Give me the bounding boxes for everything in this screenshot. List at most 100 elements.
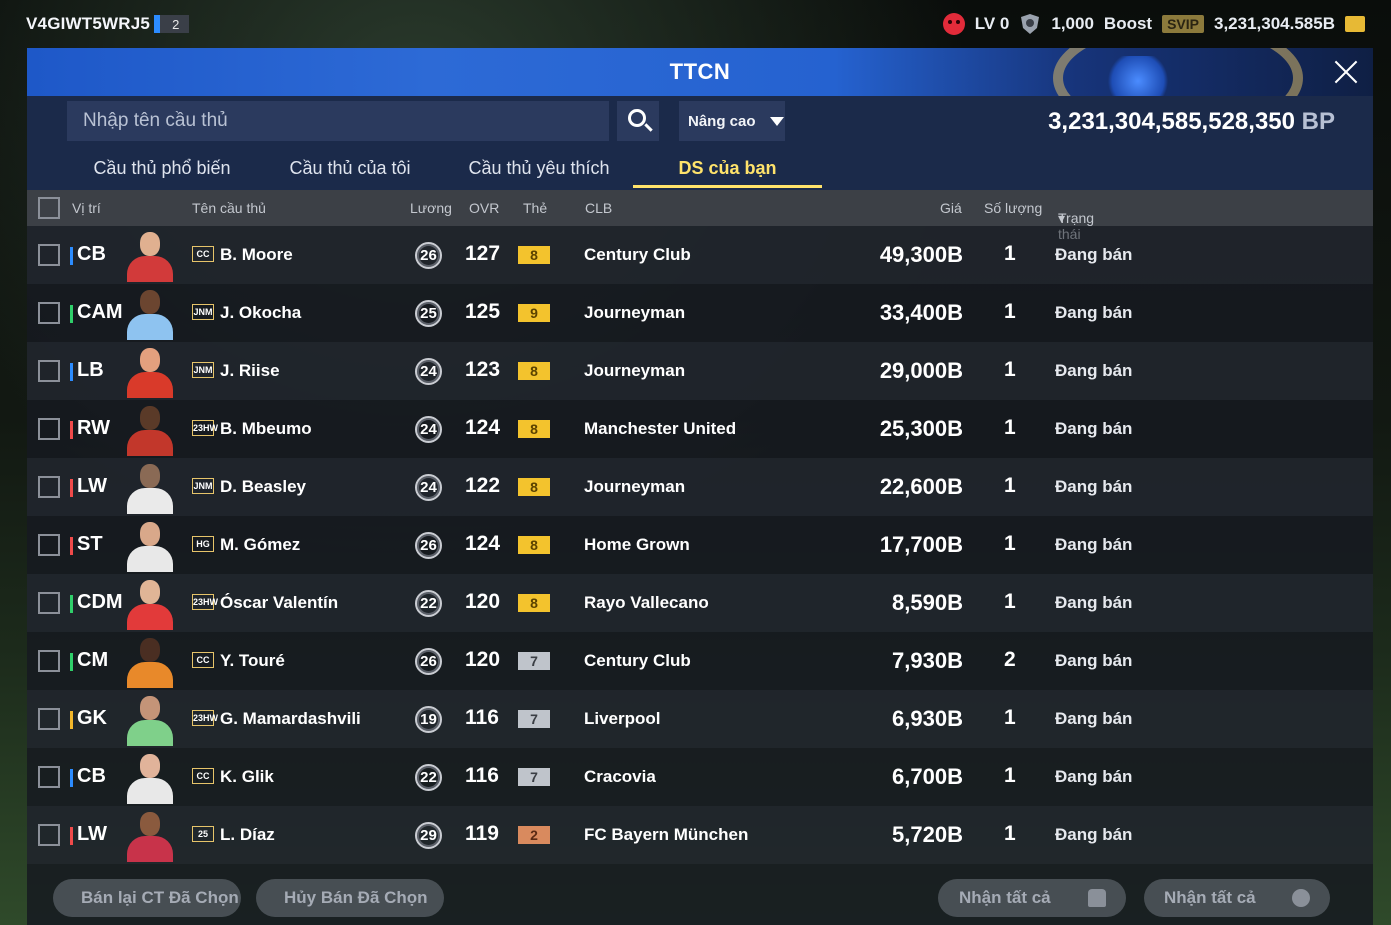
table-row[interactable]: CB CC K. Glik 22 116 7 Cracovia 6,700B 1 Đang bán	[27, 748, 1373, 806]
player-avatar	[123, 462, 177, 514]
receive-all-players-label: Nhận tất cả	[959, 888, 1051, 907]
boost-label[interactable]: Boost	[1104, 14, 1152, 34]
receive-all-players-button[interactable]: Nhận tất cả	[938, 879, 1126, 917]
select-all-checkbox[interactable]	[38, 197, 60, 219]
bp-total-unit: BP	[1301, 108, 1335, 135]
tab-your-list[interactable]: DS của bạn	[633, 146, 822, 190]
account-badge-count: 2	[172, 16, 180, 32]
tab-popular-players[interactable]: Cầu thủ phổ biến	[80, 146, 244, 190]
shield-icon	[1019, 13, 1041, 35]
table-row[interactable]: CAM JNM J. Okocha 25 125 9 Journeyman 33,400B 1 Đ…	[27, 284, 1373, 342]
card-grade: 8	[518, 536, 550, 554]
panel-title: TTCN	[669, 59, 731, 84]
row-checkbox[interactable]	[38, 244, 60, 266]
bp-balance: 3,231,304.585B	[1214, 14, 1335, 33]
table-row[interactable]: LW JNM D. Beasley 24 122 8 Journeyman 22,600B 1 Đ…	[27, 458, 1373, 516]
player-name[interactable]: J. Okocha	[220, 303, 301, 323]
listing-price: 25,300B	[879, 416, 963, 441]
player-avatar	[123, 230, 177, 282]
season-badge: JNM	[192, 304, 214, 320]
player-avatar	[123, 752, 177, 804]
tab-favorite-players[interactable]: Cầu thủ yêu thích	[457, 146, 621, 190]
resell-selected-label: Bán lại CT Đã Chọn	[81, 888, 239, 907]
table-row[interactable]: RW 23HW B. Mbeumo 24 124 8 Manchester United 25…	[27, 400, 1373, 458]
player-name[interactable]: B. Moore	[220, 245, 293, 265]
col-position[interactable]: Vị trí	[72, 200, 101, 216]
player-ovr: 122	[465, 474, 501, 497]
row-checkbox[interactable]	[38, 534, 60, 556]
trophy-decoration	[1053, 48, 1303, 96]
col-club[interactable]: CLB	[585, 200, 612, 216]
player-salary: 24	[415, 474, 442, 501]
row-checkbox[interactable]	[38, 418, 60, 440]
player-name[interactable]: G. Mamardashvili	[220, 709, 361, 729]
row-checkbox[interactable]	[38, 360, 60, 382]
transfer-market-panel: TTCN Nâng cao 3,231,304,585,528,350 BP C…	[27, 48, 1373, 925]
col-card[interactable]: Thẻ	[523, 200, 547, 216]
player-club: Journeyman	[584, 361, 686, 380]
table-row[interactable]: LB JNM J. Riise 24 123 8 Journeyman 29,000B 1 Đan…	[27, 342, 1373, 400]
caret-down-icon	[769, 116, 784, 126]
player-name[interactable]: K. Glik	[220, 767, 274, 787]
player-name[interactable]: Y. Touré	[220, 651, 285, 671]
row-checkbox[interactable]	[38, 824, 60, 846]
table-row[interactable]: CB CC B. Moore 26 127 8 Century Club 49,300B 1 Đa…	[27, 226, 1373, 284]
resell-selected-button[interactable]: Bán lại CT Đã Chọn	[53, 879, 241, 917]
season-badge: CC	[192, 652, 214, 668]
player-name[interactable]: M. Gómez	[220, 535, 300, 555]
player-name[interactable]: Óscar Valentín	[220, 593, 338, 613]
cancel-selected-button[interactable]: Hủy Bán Đã Chọn	[256, 879, 444, 917]
player-name[interactable]: J. Riise	[220, 361, 280, 381]
col-salary[interactable]: Lương	[410, 200, 452, 216]
player-name[interactable]: D. Beasley	[220, 477, 306, 497]
row-checkbox[interactable]	[38, 650, 60, 672]
listing-quantity: 1	[1004, 242, 1016, 265]
player-name[interactable]: L. Díaz	[220, 825, 275, 845]
position-color-bar	[70, 421, 73, 439]
tab-my-players[interactable]: Cầu thủ của tôi	[274, 146, 426, 190]
account-id: V4GIWT5WRJ5	[26, 14, 151, 33]
svip-badge[interactable]: SVIP	[1162, 15, 1204, 33]
player-salary: 24	[415, 416, 442, 443]
card-grade: 8	[518, 594, 550, 612]
receive-all-bp-button[interactable]: Nhận tất cả	[1144, 879, 1330, 917]
table-row[interactable]: GK 23HW G. Mamardashvili 19 116 7 Liverpool 6,9…	[27, 690, 1373, 748]
search-button[interactable]	[617, 101, 659, 141]
col-price[interactable]: Giá	[940, 200, 962, 216]
row-checkbox[interactable]	[38, 302, 60, 324]
listing-status: Đang bán	[1055, 593, 1133, 612]
row-checkbox[interactable]	[38, 766, 60, 788]
player-name[interactable]: B. Mbeumo	[220, 419, 312, 439]
row-checkbox[interactable]	[38, 476, 60, 498]
col-name[interactable]: Tên cầu thủ	[192, 200, 266, 216]
season-badge: 25	[192, 826, 214, 842]
row-checkbox[interactable]	[38, 708, 60, 730]
player-salary: 26	[415, 532, 442, 559]
player-ovr: 119	[465, 822, 499, 845]
player-avatar	[123, 288, 177, 340]
card-grade: 8	[518, 420, 550, 438]
listing-price: 6,700B	[892, 764, 963, 789]
table-row[interactable]: CDM 23HW Óscar Valentín 22 120 8 Rayo Vallecan…	[27, 574, 1373, 632]
position-color-bar	[70, 653, 73, 671]
row-checkbox[interactable]	[38, 592, 60, 614]
col-ovr[interactable]: OVR	[469, 200, 499, 216]
table-row[interactable]: ST HG M. Gómez 26 124 8 Home Grown 17,700B 1 Đang…	[27, 516, 1373, 574]
table-row[interactable]: CM CC Y. Touré 26 120 7 Century Club 7,930B 2 Đan…	[27, 632, 1373, 690]
position-color-bar	[70, 827, 73, 845]
card-grade: 2	[518, 826, 550, 844]
player-avatar	[123, 520, 177, 572]
listing-quantity: 1	[1004, 474, 1016, 497]
col-quantity[interactable]: Số lượng	[984, 200, 1042, 216]
player-ovr: 120	[465, 590, 501, 613]
listing-status: Đang bán	[1055, 709, 1133, 728]
player-search-input[interactable]	[67, 101, 609, 141]
bp-total: 3,231,304,585,528,350 BP	[1048, 108, 1335, 136]
table-row[interactable]: LW 25 L. Díaz 29 119 2 FC Bayern München 5,720B…	[27, 806, 1373, 864]
card-grade: 8	[518, 362, 550, 380]
search-row: Nâng cao 3,231,304,585,528,350 BP	[27, 96, 1373, 146]
close-icon[interactable]	[1329, 55, 1363, 89]
position-color-bar	[70, 537, 73, 555]
advanced-filter-dropdown[interactable]: Nâng cao	[679, 101, 785, 141]
season-badge: CC	[192, 768, 214, 784]
